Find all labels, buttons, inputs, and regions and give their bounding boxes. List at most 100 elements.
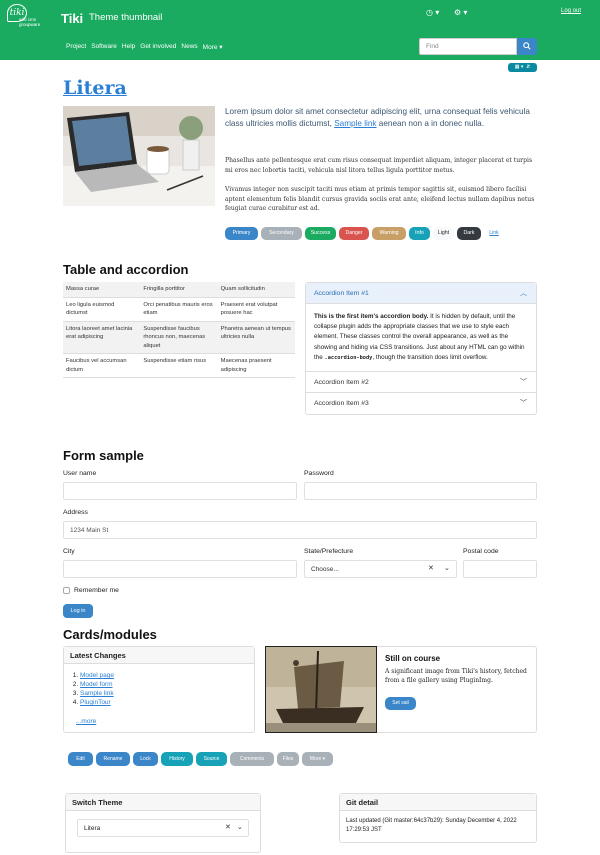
remember-label: Remember me — [74, 587, 119, 594]
table-cell: Massa curae — [63, 282, 141, 297]
accordion-item-2-header[interactable]: Accordion Item #2 ﹀ — [306, 372, 536, 394]
password-field[interactable] — [304, 482, 537, 500]
nav-more-label: More — [202, 44, 218, 51]
form-section-heading: Form sample — [63, 448, 144, 463]
remember-checkbox[interactable] — [63, 587, 70, 594]
city-label: City — [63, 548, 75, 555]
list-item: Model form — [80, 680, 254, 689]
search-input[interactable]: Find — [419, 38, 517, 55]
postal-label: Postal code — [463, 548, 499, 555]
nav-item-software[interactable]: Software — [91, 43, 117, 51]
latest-changes-list: Model page Model form Sample link Plugin… — [64, 664, 254, 707]
chevron-down-icon[interactable]: ⌄ — [237, 823, 243, 831]
source-button[interactable]: Source — [196, 752, 227, 766]
site-subtitle: Theme thumbnail — [89, 12, 163, 23]
latest-link[interactable]: Model form — [80, 681, 113, 688]
table-row: Leo ligula euismod dictumst Orci penatib… — [63, 297, 295, 321]
rename-button[interactable]: Rename — [96, 752, 130, 766]
table-cell: Fringilla porttitor — [140, 282, 218, 297]
accordion-item-3-header[interactable]: Accordion Item #3 ﹀ — [306, 393, 536, 414]
clear-icon[interactable]: ✕ — [428, 564, 434, 572]
latest-changes-card: Latest Changes Model page Model form Sam… — [63, 646, 255, 733]
history-button[interactable]: History — [161, 752, 193, 766]
address-field[interactable]: 1234 Main St — [63, 521, 537, 539]
still-on-course-title: Still on course — [385, 654, 441, 663]
username-field[interactable] — [63, 482, 297, 500]
accordion: Accordion Item #1 ︿ This is the first it… — [305, 282, 537, 416]
state-select[interactable]: Choose... — [304, 560, 457, 578]
link-button[interactable]: Link — [484, 227, 504, 240]
accordion-item-2-label: Accordion Item #2 — [314, 379, 369, 387]
logo-subtext: wiki cms groupware — [19, 17, 41, 27]
search-button[interactable] — [517, 38, 537, 55]
logout-link[interactable]: Log out — [561, 8, 581, 14]
accordion-body-text-2: , though the transition does limit overf… — [372, 353, 488, 361]
comments-button[interactable]: Comments — [230, 752, 274, 766]
sample-link[interactable]: Sample link — [334, 119, 376, 128]
secondary-button[interactable]: Secondary — [261, 227, 302, 240]
primary-button[interactable]: Primary — [225, 227, 258, 240]
accordion-item-1-body: This is the first item's accordion body.… — [306, 304, 536, 373]
git-detail-text: Last updated (Git master:64c37b29): Sund… — [346, 818, 517, 833]
theme-select[interactable]: Litera — [77, 819, 249, 837]
password-label: Password — [304, 470, 334, 477]
list-item: Model page — [80, 671, 254, 680]
gear-icon[interactable]: ⚙ ▾ — [454, 8, 467, 17]
layout-switcher-button[interactable]: ▦ ▾ ⇵ — [508, 63, 537, 72]
city-field[interactable] — [63, 560, 297, 578]
site-title[interactable]: Tiki — [61, 11, 83, 26]
latest-link[interactable]: Model page — [80, 672, 114, 679]
table-cell: Suspendisse etiam risus — [143, 358, 207, 364]
address-label: Address — [63, 509, 88, 516]
postal-field[interactable] — [463, 560, 537, 578]
nav-item-news[interactable]: News — [181, 43, 197, 51]
accordion-item-1-header[interactable]: Accordion Item #1 ︿ — [306, 283, 536, 304]
lock-button[interactable]: Lock — [133, 752, 158, 766]
cards-section-heading: Cards/modules — [63, 627, 157, 642]
clock-icon[interactable]: ◷ ▾ — [426, 8, 439, 17]
chevron-down-icon: ﹀ — [520, 400, 527, 408]
nav-item-help[interactable]: Help — [122, 43, 135, 51]
latest-link[interactable]: Sample link — [80, 690, 114, 697]
warning-button[interactable]: Warning — [372, 227, 406, 240]
laptop-photo — [63, 106, 215, 206]
dark-button[interactable]: Dark — [457, 227, 481, 240]
table-row: Faucibus vel accumsan dictum Suspendisse… — [63, 354, 295, 378]
page-title[interactable]: Litera — [63, 77, 127, 99]
table-cell: Leo ligula euismod dictumst — [66, 301, 115, 317]
nav-item-more[interactable]: More ▾ — [203, 43, 223, 51]
state-label: State/Prefecture — [304, 548, 354, 555]
table-cell: Praesent erat volutpat posuere hac — [220, 301, 278, 317]
still-on-course-text: A significant image from Tiki's history,… — [385, 668, 527, 684]
page-actions: Edit Rename Lock History Source Comments… — [68, 752, 333, 766]
button-showcase: Primary Secondary Success Danger Warning… — [225, 227, 504, 240]
clear-icon[interactable]: ✕ — [225, 823, 231, 831]
table-section-heading: Table and accordion — [63, 262, 189, 277]
tiki-logo[interactable]: tiki wiki cms groupware — [7, 4, 55, 34]
login-button[interactable]: Log in — [63, 604, 93, 618]
table-cell: Quam sollicitudin — [217, 282, 295, 297]
nav-item-project[interactable]: Project — [66, 43, 86, 51]
chevron-down-icon: ﹀ — [520, 379, 527, 387]
chevron-down-icon[interactable]: ⌄ — [444, 564, 450, 572]
lead-text-2: aenean non a in donec nulla. — [376, 119, 484, 128]
table-row: Massa curae Fringilla porttitor Quam sol… — [63, 282, 295, 297]
light-button[interactable]: Light — [433, 227, 454, 240]
table-cell: Orci penatibus mauris eros etiam — [143, 301, 213, 317]
edit-button[interactable]: Edit — [68, 752, 93, 766]
table-cell: Litora laoreet amet lacinia erat adipisc… — [63, 321, 141, 354]
danger-button[interactable]: Danger — [339, 227, 369, 240]
info-button[interactable]: Info — [409, 227, 430, 240]
more-link[interactable]: ...more — [76, 718, 96, 725]
latest-link[interactable]: PluginTour — [80, 699, 111, 706]
switch-theme-title: Switch Theme — [66, 794, 260, 811]
set-sail-button[interactable]: Set sail — [385, 697, 416, 710]
files-button[interactable]: Files — [277, 752, 299, 766]
sample-table: Massa curae Fringilla porttitor Quam sol… — [63, 282, 295, 378]
table-cell: Pharetra aenean ut tempus ultricies null… — [217, 321, 295, 354]
latest-changes-title: Latest Changes — [64, 647, 254, 664]
nav-item-get-involved[interactable]: Get involved — [140, 43, 176, 51]
chevron-up-icon: ︿ — [520, 290, 527, 297]
more-actions-button[interactable]: More ▾ — [302, 752, 333, 766]
success-button[interactable]: Success — [305, 227, 336, 240]
